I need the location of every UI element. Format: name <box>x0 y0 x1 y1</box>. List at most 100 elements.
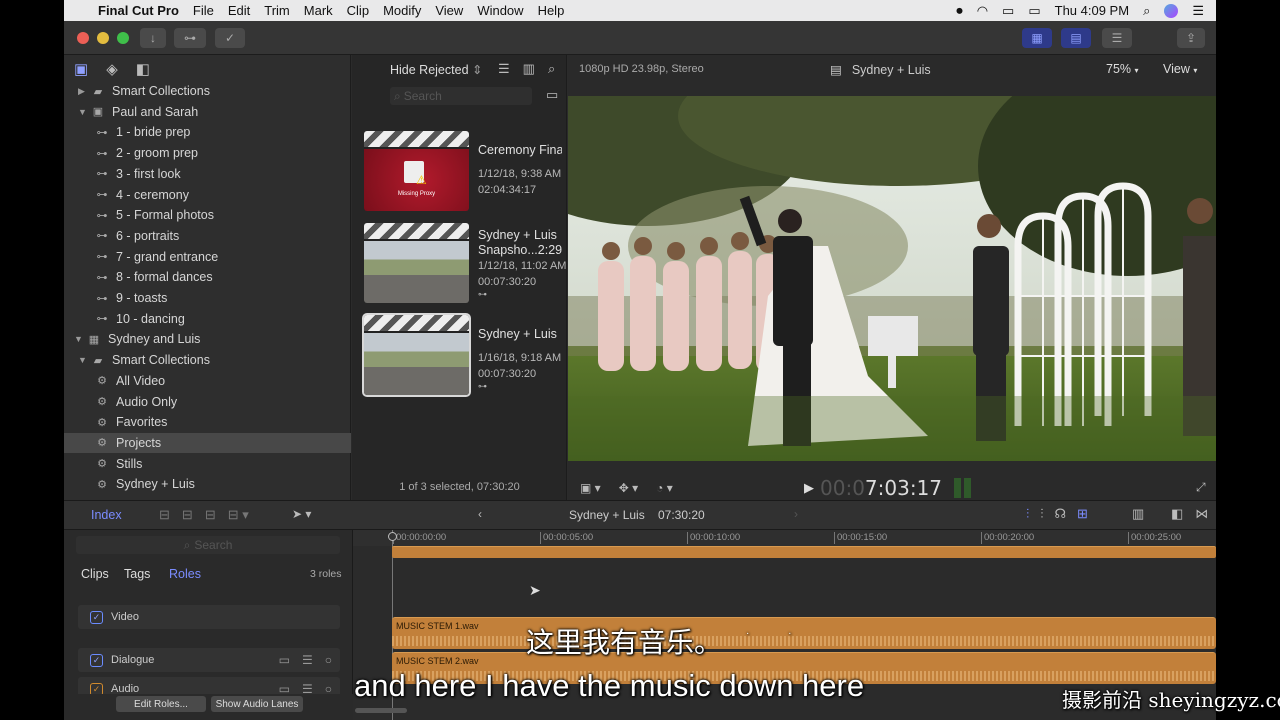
battery-icon[interactable]: ▭ <box>1028 3 1040 19</box>
viewer-display-options-icon[interactable]: ▣ ▾ <box>580 481 601 495</box>
library-item[interactable]: ⊶ 6 - portraits <box>64 226 351 246</box>
clip-appearance-icon[interactable]: ▭ <box>546 87 558 103</box>
disclosure-down-icon[interactable]: ▼ <box>78 355 87 365</box>
fullscreen-icon[interactable]: ⤢ <box>1196 480 1206 495</box>
spotlight-icon[interactable]: ⌕ <box>1143 3 1150 19</box>
playhead-handle[interactable] <box>388 532 397 541</box>
search-icon[interactable]: ⌕ <box>548 61 555 77</box>
library-item[interactable]: ⊶ 8 - formal dances <box>64 267 351 287</box>
library-item[interactable]: ⊶ 7 - grand entrance <box>64 247 351 267</box>
audio-skimming-icon[interactable]: ⫶ <box>1040 506 1043 522</box>
clip-sydney-luis-snapshot[interactable]: Sydney + Luis Snapsho...2:29 AM 1/12/18,… <box>364 223 566 305</box>
library-item[interactable]: ⚙ Audio Only <box>64 392 351 412</box>
transitions-browser-icon[interactable]: ⋈ <box>1195 506 1208 522</box>
edit-roles-button[interactable]: Edit Roles... <box>116 696 206 712</box>
menu-file[interactable]: File <box>193 3 214 18</box>
video-waveform-icon[interactable]: ⫶ <box>1026 506 1029 522</box>
airplay-icon[interactable]: ▭ <box>1002 3 1014 19</box>
zoom-window-button[interactable] <box>117 32 129 44</box>
minimize-window-button[interactable] <box>97 32 109 44</box>
append-clip-icon[interactable]: ⊟ <box>205 507 216 523</box>
clip-sydney-luis[interactable]: Sydney + Luis 1/16/18, 9:18 AM 00:07:30:… <box>362 313 561 397</box>
keyword-editor-button[interactable]: ⊶ <box>174 28 206 48</box>
photos-audio-tab-icon[interactable]: ◈ <box>106 60 118 82</box>
filter-popup[interactable]: Hide Rejected ⇕ <box>390 62 482 77</box>
effects-browser-icon[interactable]: ◧ <box>1171 506 1183 522</box>
library-item[interactable]: ▼ ▰ Smart Collections <box>64 350 351 370</box>
library-item[interactable]: ⊶ 10 - dancing <box>64 309 351 329</box>
libraries-tab-icon[interactable]: ▣ <box>74 60 88 82</box>
back-arrow-icon[interactable]: ‹ <box>478 507 482 521</box>
lines-icon[interactable]: ☰ <box>302 653 313 667</box>
insert-clip-icon[interactable]: ⊟ <box>182 507 193 523</box>
menu-window[interactable]: Window <box>477 3 523 18</box>
titles-generators-tab-icon[interactable]: ◧ <box>136 60 150 82</box>
zoom-popup[interactable]: 75% ▾ <box>1106 62 1139 76</box>
forward-arrow-icon[interactable]: › <box>794 507 798 521</box>
background-tasks-button[interactable]: ✓ <box>215 28 245 48</box>
timecode-display[interactable]: 00:07:03:17 <box>820 476 942 500</box>
transform-tool-icon[interactable]: ✥ ▾ <box>619 481 638 495</box>
library-item[interactable]: ⚙ Sydney + Luis <box>64 474 351 494</box>
show-timeline-button[interactable]: ▤ <box>1061 28 1091 48</box>
menu-edit[interactable]: Edit <box>228 3 250 18</box>
snapping-icon[interactable]: ⊞ <box>1077 506 1088 522</box>
timeline-ruler[interactable]: 00:00:00:00 00:00:05:00 00:00:10:00 00:00:1… <box>353 530 1216 546</box>
library-item[interactable]: ▼ ▣ Paul and Sarah <box>64 102 351 122</box>
retime-icon[interactable]: ◔ ▾ <box>656 481 673 495</box>
role-video[interactable]: ✓ Video <box>78 605 340 629</box>
index-search-field[interactable]: ⌕ Search <box>76 536 340 554</box>
horizontal-scrollbar[interactable] <box>355 708 407 713</box>
menu-clip[interactable]: Clip <box>347 3 369 18</box>
disclosure-down-icon[interactable]: ▼ <box>74 334 83 344</box>
library-item[interactable]: ⚙ Projects <box>64 432 351 453</box>
wifi-icon[interactable]: ◠ <box>977 3 988 19</box>
menu-help[interactable]: Help <box>538 3 565 18</box>
checkbox-checked-icon[interactable]: ✓ <box>90 610 103 624</box>
connect-clip-icon[interactable]: ⊟ <box>159 507 170 523</box>
tab-clips[interactable]: Clips <box>81 567 109 581</box>
share-button[interactable]: ⇪ <box>1177 28 1205 48</box>
clip-appearance-icon[interactable]: ▥ <box>1132 506 1144 522</box>
library-item[interactable]: ⊶ 3 - first look <box>64 164 351 184</box>
library-item[interactable]: ⚙ Favorites <box>64 412 351 432</box>
tab-roles[interactable]: Roles <box>169 567 201 581</box>
primary-storyline-clip[interactable] <box>392 546 1216 558</box>
list-view-icon[interactable]: ☰ <box>498 61 510 77</box>
import-button[interactable]: ↓ <box>140 28 166 48</box>
headphones-icon[interactable]: ☊ <box>1055 506 1067 522</box>
tab-tags[interactable]: Tags <box>124 567 150 581</box>
menu-mark[interactable]: Mark <box>304 3 333 18</box>
show-browser-button[interactable]: ▦ <box>1022 28 1052 48</box>
menu-trim[interactable]: Trim <box>264 3 290 18</box>
library-item[interactable]: ▶ ▰ Smart Collections <box>64 81 351 101</box>
disclosure-right-icon[interactable]: ▶ <box>78 86 86 97</box>
role-dialogue[interactable]: ✓ Dialogue ▭ ☰ ○ <box>78 648 340 672</box>
disclosure-down-icon[interactable]: ▼ <box>78 107 87 117</box>
library-item[interactable]: ⊶ 1 - bride prep <box>64 122 351 142</box>
menu-view[interactable]: View <box>435 3 463 18</box>
library-item[interactable]: ⊶ 4 - ceremony <box>64 185 351 205</box>
menu-app-name[interactable]: Final Cut Pro <box>98 3 179 18</box>
menu-clock[interactable]: Thu 4:09 PM <box>1055 3 1129 18</box>
library-item[interactable]: ⊶ 2 - groom prep <box>64 143 351 163</box>
show-inspector-button[interactable]: ☰ <box>1102 28 1132 48</box>
play-button[interactable]: ▶ <box>804 480 814 496</box>
select-tool-icon[interactable]: ➤ ▾ <box>292 507 311 521</box>
library-item[interactable]: ▼ ▦ Sydney and Luis <box>64 329 351 349</box>
view-popup[interactable]: View ▾ <box>1163 62 1197 76</box>
siri-icon[interactable] <box>1164 3 1179 18</box>
browser-search-field[interactable]: ⌕ Search <box>390 87 532 105</box>
overwrite-clip-icon[interactable]: ⊟ ▾ <box>228 507 249 523</box>
library-item[interactable]: ⊶ 5 - Formal photos <box>64 205 351 225</box>
clip-ceremony-final[interactable]: ⚠ Missing Proxy Ceremony Final 1/12/18, … <box>364 131 562 213</box>
notification-center-icon[interactable]: ☰ <box>1192 3 1204 19</box>
library-item[interactable]: ⊶ 9 - toasts <box>64 288 351 308</box>
close-window-button[interactable] <box>77 32 89 44</box>
checkbox-checked-icon[interactable]: ✓ <box>90 653 103 667</box>
filmstrip-icon[interactable]: ▥ <box>523 61 535 77</box>
menu-modify[interactable]: Modify <box>383 3 421 18</box>
library-item[interactable]: ⚙ Stills <box>64 454 351 474</box>
focus-circle-icon[interactable]: ○ <box>325 653 332 667</box>
library-item[interactable]: ⚙ All Video <box>64 371 351 391</box>
